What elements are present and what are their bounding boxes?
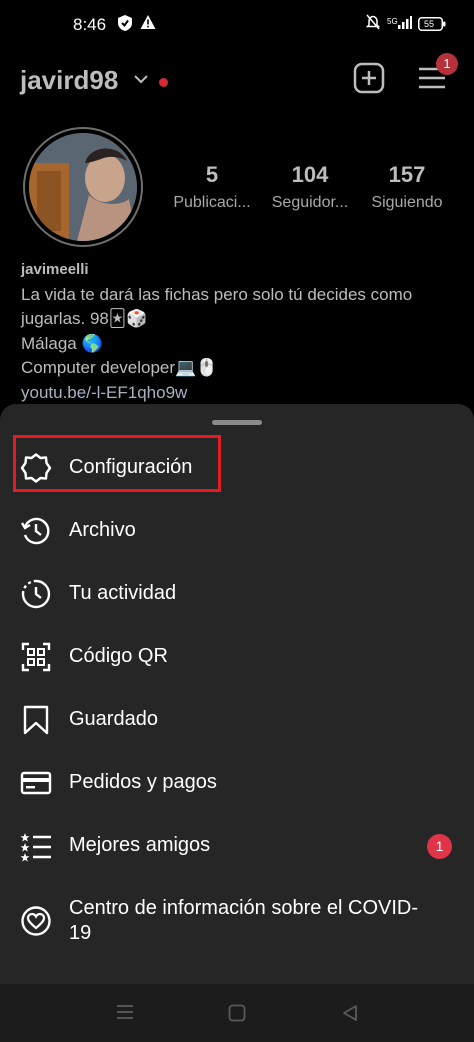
bio-name: javimeelli bbox=[21, 261, 89, 278]
bio-line: La vida te dará las fichas pero solo tú … bbox=[21, 284, 413, 304]
menu-item-label: Centro de información sobre el COVID-19 bbox=[69, 897, 419, 944]
avatar[interactable] bbox=[29, 133, 137, 241]
credit-card-icon bbox=[20, 771, 52, 795]
menu-item-label: Pedidos y pagos bbox=[69, 771, 217, 793]
network-type: 5G bbox=[387, 17, 398, 26]
menu-item-label: Mejores amigos bbox=[69, 834, 211, 856]
bio-link[interactable]: youtu.be/-l-EF1qho9w bbox=[21, 381, 461, 406]
stat-value: 5 bbox=[205, 162, 219, 187]
covid-info-heart-icon bbox=[21, 906, 51, 936]
bio-location: Málaga 🌎 bbox=[21, 333, 103, 353]
bookmark-icon bbox=[23, 705, 49, 735]
menu-item-archive[interactable]: Archivo bbox=[0, 500, 474, 562]
profile-username[interactable]: javird98 bbox=[20, 65, 118, 96]
add-post-icon[interactable] bbox=[353, 62, 385, 94]
menu-item-badge: 1 bbox=[427, 834, 452, 859]
notification-dot bbox=[159, 78, 168, 87]
stat-value: 157 bbox=[388, 162, 426, 187]
profile-header: javird98 1 bbox=[0, 52, 474, 112]
qr-code-icon bbox=[21, 642, 51, 672]
activity-clock-icon bbox=[21, 579, 51, 609]
close-friends-list-icon bbox=[20, 833, 51, 862]
menu-item-label: Código QR bbox=[69, 645, 168, 667]
stat-label: Publicaci... bbox=[173, 194, 251, 211]
menu-item-label: Archivo bbox=[69, 519, 136, 541]
stat-following[interactable]: 157 Siguiendo bbox=[357, 162, 457, 212]
stat-posts[interactable]: 5 Publicaci... bbox=[162, 162, 262, 212]
menu-item-close-friends[interactable]: Mejores amigos 1 bbox=[0, 815, 474, 877]
menu-item-label: Tu actividad bbox=[69, 582, 177, 604]
highlight-box bbox=[13, 435, 221, 492]
home-icon[interactable] bbox=[228, 1004, 246, 1022]
menu-item-orders-payments[interactable]: Pedidos y pagos bbox=[0, 752, 474, 814]
menu-item-qr-code[interactable]: Código QR bbox=[0, 626, 474, 688]
status-time: 8:46 bbox=[73, 15, 107, 34]
profile-bio: javimeelli La vida te dará las fichas pe… bbox=[21, 258, 461, 405]
bio-line: jugarlas. 98🃏🎲 bbox=[21, 309, 148, 328]
shield-icon bbox=[118, 15, 132, 31]
sheet-drag-handle[interactable] bbox=[212, 420, 262, 425]
battery-level: 55 bbox=[424, 19, 435, 29]
bio-line: Computer developer💻🖱️ bbox=[21, 358, 218, 377]
menu-item-covid-info[interactable]: Centro de información sobre el COVID-19 bbox=[0, 890, 474, 952]
status-bar: 8:46 5G 55 bbox=[0, 0, 474, 52]
stat-value: 104 bbox=[291, 162, 329, 187]
back-icon[interactable] bbox=[341, 1004, 359, 1022]
warning-icon bbox=[140, 15, 156, 29]
menu-badge: 1 bbox=[436, 53, 458, 75]
system-nav-bar bbox=[0, 984, 474, 1042]
archive-history-icon bbox=[20, 517, 50, 545]
recent-apps-icon[interactable] bbox=[116, 1004, 134, 1020]
menu-item-label: Guardado bbox=[69, 708, 158, 730]
stat-label: Siguiendo bbox=[371, 194, 443, 211]
stat-followers[interactable]: 104 Seguidor... bbox=[260, 162, 360, 212]
profile-photo bbox=[29, 133, 137, 241]
chevron-down-icon[interactable] bbox=[133, 73, 149, 85]
stat-label: Seguidor... bbox=[271, 194, 349, 211]
mute-icon bbox=[366, 14, 380, 30]
menu-item-saved[interactable]: Guardado bbox=[0, 689, 474, 751]
menu-item-activity[interactable]: Tu actividad bbox=[0, 563, 474, 625]
signal-icon bbox=[398, 16, 412, 29]
